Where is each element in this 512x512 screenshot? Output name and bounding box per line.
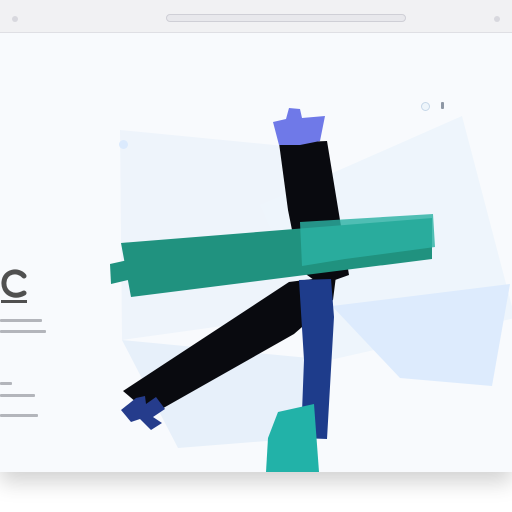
window-control-left[interactable] [12, 16, 18, 22]
small-dot-icon [119, 140, 128, 149]
hero-illustration [110, 108, 512, 472]
brand-logo-icon [1, 269, 27, 303]
teal-left-tab [110, 260, 128, 284]
window-control-right[interactable] [494, 16, 500, 22]
left-text-line [0, 330, 46, 333]
page-content [0, 33, 512, 472]
screenshot-stage [0, 0, 512, 512]
left-text-block [0, 319, 52, 472]
left-text-line [0, 382, 12, 385]
browser-titlebar [0, 0, 512, 33]
address-bar[interactable] [166, 14, 406, 22]
lavender-top-cap [273, 108, 325, 145]
left-text-line [0, 319, 42, 322]
application-window [0, 0, 512, 472]
status-dot-icon[interactable] [421, 102, 430, 111]
left-text-line [0, 394, 35, 397]
left-text-line [0, 414, 38, 417]
blue-bottom-cap [121, 396, 165, 430]
status-mark-icon[interactable] [441, 102, 444, 109]
